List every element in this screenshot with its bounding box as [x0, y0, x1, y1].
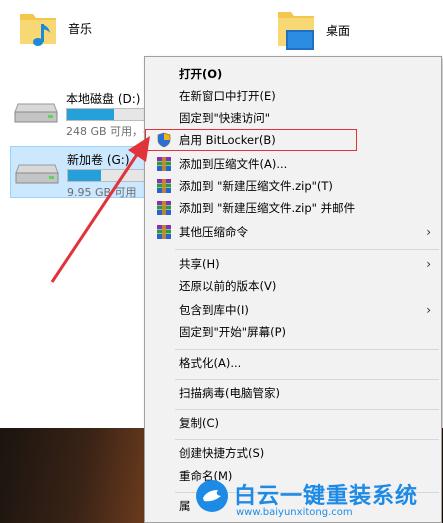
watermark: 白云一键重装系统 www.baiyunxitong.com [196, 478, 441, 522]
bird-logo-icon [196, 480, 228, 512]
watermark-url: www.baiyunxitong.com [236, 507, 353, 518]
watermark-title: 白云一键重装系统 [234, 484, 419, 509]
annotation-arrow [50, 136, 150, 283]
